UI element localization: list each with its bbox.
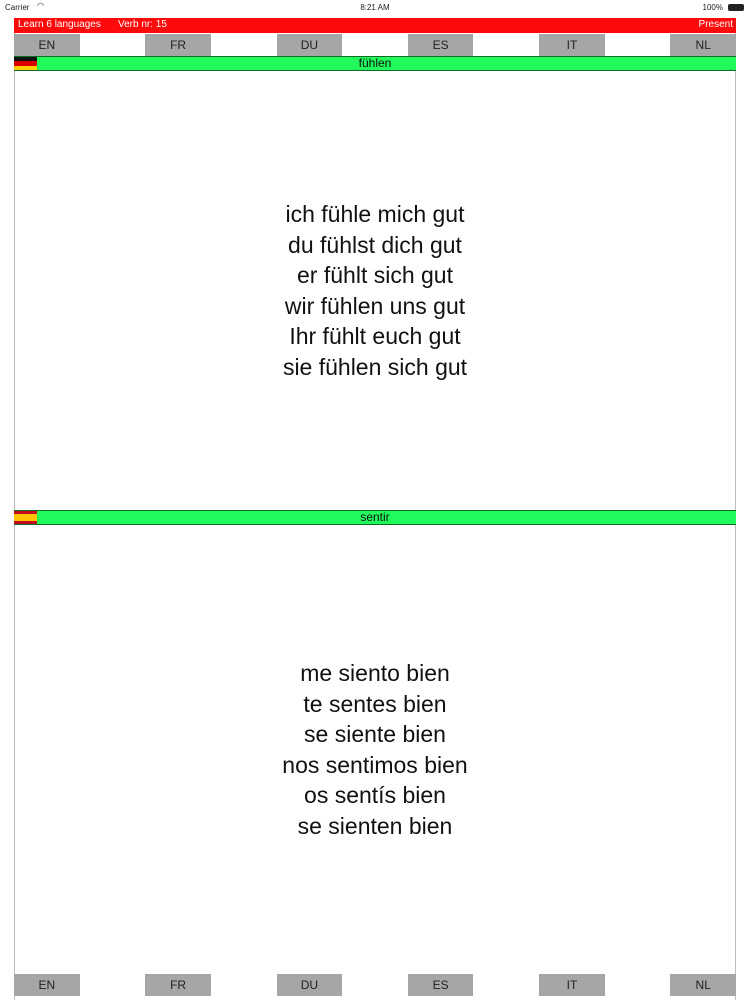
conjugation-line: nos sentimos bien <box>282 751 468 778</box>
lang-button-en-top[interactable]: EN <box>14 34 80 56</box>
language-bar-bottom: EN FR DU ES IT NL <box>14 974 737 996</box>
lang-spacer <box>79 34 146 56</box>
tense-label[interactable]: Present <box>699 19 733 30</box>
content-frame <box>14 18 736 1000</box>
lang-button-es-bottom[interactable]: ES <box>407 974 474 996</box>
lang-spacer <box>210 974 277 996</box>
source-verb: fühlen <box>358 56 392 70</box>
conjugation-line: er fühlt sich gut <box>297 262 453 288</box>
clock: 8:21 AM <box>360 3 390 12</box>
conjugation-line: te sentes bien <box>303 690 447 717</box>
header-bar: Learn 6 languages Verb nr: 15 Present <box>14 18 736 33</box>
conjugation-line: se siente bien <box>304 721 446 747</box>
conjugation-line: du fühlst dich gut <box>288 231 462 258</box>
battery-icon <box>728 4 744 11</box>
conjugation-line: Ihr fühlt euch gut <box>289 323 461 349</box>
lang-spacer <box>210 34 277 56</box>
lang-button-nl-bottom[interactable]: NL <box>670 974 737 996</box>
lang-spacer <box>473 974 540 996</box>
conjugation-line: ich fühle mich gut <box>285 201 465 227</box>
conjugation-line: sie fühlen sich gut <box>282 353 468 380</box>
lang-button-fr-top[interactable]: FR <box>145 34 211 56</box>
conjugation-line: os sentís bien <box>304 782 446 808</box>
target-conjugation: me siento bien te sentes bien se siente … <box>14 658 736 841</box>
lang-spacer <box>342 34 408 56</box>
lang-button-es-top[interactable]: ES <box>407 34 474 56</box>
target-verb-bar[interactable]: sentir <box>14 510 736 525</box>
app-title: Learn 6 languages <box>18 19 101 30</box>
conjugation-line: me siento bien <box>300 660 450 686</box>
source-conjugation: ich fühle mich gut du fühlst dich gut er… <box>14 199 736 382</box>
lang-button-du-bottom[interactable]: DU <box>276 974 343 996</box>
conjugation-line: wir fühlen uns gut <box>284 292 466 319</box>
lang-spacer <box>473 34 540 56</box>
lang-spacer <box>79 974 146 996</box>
conjugation-line: se sienten bien <box>297 812 453 839</box>
battery-percentage: 100% <box>702 3 723 12</box>
language-bar-top: EN FR DU ES IT NL <box>14 34 737 56</box>
lang-button-fr-bottom[interactable]: FR <box>145 974 211 996</box>
target-verb: sentir <box>360 510 390 524</box>
verb-number: Verb nr: 15 <box>118 19 167 30</box>
lang-spacer <box>342 974 408 996</box>
lang-button-nl-top[interactable]: NL <box>670 34 737 56</box>
lang-button-en-bottom[interactable]: EN <box>14 974 80 996</box>
lang-button-it-bottom[interactable]: IT <box>539 974 605 996</box>
source-verb-bar[interactable]: fühlen <box>14 56 736 71</box>
lang-spacer <box>604 974 671 996</box>
status-bar: Carrier ◠ 8:21 AM 100% <box>0 0 750 16</box>
lang-button-it-top[interactable]: IT <box>539 34 605 56</box>
lang-button-du-top[interactable]: DU <box>276 34 343 56</box>
lang-spacer <box>604 34 671 56</box>
